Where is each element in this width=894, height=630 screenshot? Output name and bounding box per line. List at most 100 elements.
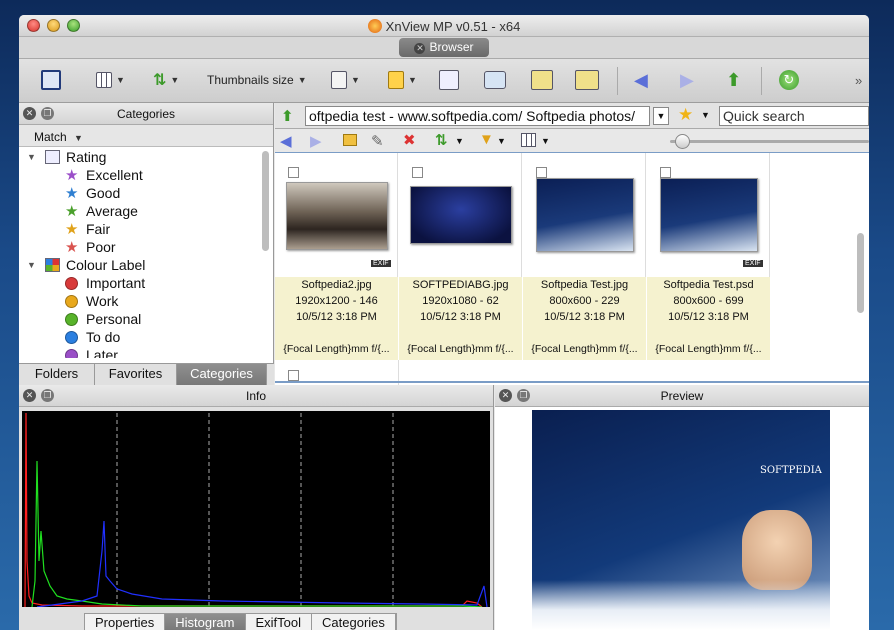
thumbnail-checkbox[interactable] [288,167,299,178]
thumbnail-filename: Softpedia Test.psd [663,279,754,291]
thumbnail-focal: {Focal Length}mm f/{... [407,343,514,355]
parent-folder-button[interactable]: ⬆ [726,69,741,91]
thumbnail-focal: {Focal Length}mm f/{... [283,343,390,355]
export-button[interactable] [575,69,599,91]
tab-info-categories[interactable]: Categories [312,614,396,630]
sort-arrows-icon[interactable]: ⇅ [435,131,448,149]
address-input[interactable]: oftpedia test - www.softpedia.com/ Softp… [305,106,650,126]
tree-item[interactable]: ★ Excellent [19,166,274,184]
tree-item[interactable]: ★ Average [19,202,274,220]
view-mode-button[interactable]: ▼ [96,69,125,91]
import-icon [531,70,553,90]
back-button[interactable]: ◀ [634,69,648,91]
preview-foreground [532,580,830,630]
filter-icon[interactable]: ▼ [479,131,494,148]
tab-exiftool[interactable]: ExifTool [246,614,313,630]
tab-properties[interactable]: Properties [85,614,166,630]
address-text: oftpedia test - www.softpedia.com/ Softp… [309,108,636,124]
bookmark-button[interactable]: ▼ [388,69,417,91]
thumbnail-checkbox[interactable] [536,167,547,178]
thumbnail-info: Softpedia Test.jpg 800x600 - 229 10/5/12… [523,277,646,360]
sort-button[interactable]: ⇅ ▼ [153,69,179,91]
disclosure-triangle-icon[interactable]: ▼ [27,256,36,274]
thumbnail-item[interactable]: Softpedia Test.jpg 800x600 - 229 10/5/12… [523,153,646,360]
tree-item[interactable]: ★ Good [19,184,274,202]
ratio-icon [331,71,347,89]
grid-view-icon[interactable] [521,133,536,147]
tab-categories[interactable]: Categories [177,364,267,386]
tab-properties-label: Properties [95,615,155,630]
match-label: Match [34,130,67,144]
slider-knob[interactable] [675,134,690,149]
tree-item-label: Rating [66,149,107,165]
tab-browser[interactable]: ✕ Browser [399,38,489,57]
thumbnail-info: SOFTPEDIABG.jpg 1920x1080 - 62 10/5/12 3… [399,277,522,360]
forward-button[interactable]: ▶ [680,69,694,91]
tree-item[interactable]: ▼ Colour Label [19,256,274,274]
favorite-star-icon[interactable]: ★ [678,105,693,125]
pane-splitter[interactable] [275,381,869,383]
forward-icon[interactable]: ▶ [310,132,322,150]
import-button[interactable] [531,69,553,91]
thumbnails-size-button[interactable]: Thumbnails size ▼ [207,69,307,91]
info-pane-header: ✕ ❐ Info [19,385,493,407]
go-up-icon[interactable]: ⬆ [281,107,294,125]
ratio-button[interactable]: ▼ [331,69,360,91]
delete-icon[interactable]: ✖ [403,131,416,149]
chevron-down-icon[interactable]: ▼ [455,136,464,146]
fullscreen-button[interactable] [41,69,61,91]
exif-badge: EXIF [743,260,763,267]
histogram-blue-channel [36,520,488,607]
chevron-down-icon[interactable]: ▼ [541,136,550,146]
thumbnail-item[interactable]: SOFTPEDIABG.jpg 1920x1080 - 62 10/5/12 3… [399,153,522,360]
thumbnail-checkbox[interactable] [288,370,299,381]
preview-brand-text: SOFTPEDIA [760,465,822,476]
categories-pane: ✕ ❐ Categories Match ▼ ▼ Rating ★ Excellent… [19,103,274,386]
tab-folders[interactable]: Folders [19,364,95,386]
refresh-button[interactable]: ↻ [779,69,799,91]
thumbnail-zoom-slider[interactable] [670,140,869,143]
colour-dot-icon [65,349,78,358]
tab-histogram[interactable]: Histogram [165,614,246,630]
tree-item[interactable]: ★ Fair [19,220,274,238]
thumbnail-checkbox[interactable] [660,167,671,178]
tree-item-label: Poor [86,239,116,255]
chevron-down-icon: ▼ [74,133,83,143]
chevron-down-icon[interactable]: ▼ [701,110,710,120]
categories-tree: ▼ Rating ★ Excellent ★ Good ★ Average ★ Fair ★ Poor… [19,148,274,358]
tree-item[interactable]: Personal [19,310,274,328]
folder-tree-button[interactable] [439,69,459,91]
thumbnail-dimensions: 800x600 - 699 [673,295,744,307]
tree-item[interactable]: Later [19,346,274,358]
categories-scrollbar[interactable] [262,151,269,251]
close-tab-icon[interactable]: ✕ [414,43,426,54]
quick-search-input[interactable]: Quick search [719,106,869,126]
tree-item[interactable]: Important [19,274,274,292]
thumbnail-scrollbar[interactable] [857,233,864,313]
camera-button[interactable] [484,69,506,91]
chevron-down-icon: ▼ [351,75,360,85]
preview-pane-header: ✕ ❐ Preview [495,385,869,407]
tree-item[interactable]: ▼ Rating [19,148,274,166]
chevron-down-icon[interactable]: ▼ [497,136,506,146]
new-folder-icon[interactable] [343,134,357,146]
tree-item[interactable]: ★ Poor [19,238,274,256]
back-icon[interactable]: ◀ [280,132,292,150]
preview-image: SOFTPEDIA [532,410,830,630]
address-history-dropdown[interactable]: ▼ [653,107,669,125]
tree-item[interactable]: Work [19,292,274,310]
tree-item-label: Good [86,185,121,201]
thumbnail-item[interactable]: EXIF Softpedia Test.psd 800x600 - 699 10… [647,153,770,360]
tree-item-label: To do [86,329,121,345]
thumbnail-checkbox[interactable] [412,167,423,178]
arrow-right-icon: ▶ [680,69,694,90]
tab-favorites[interactable]: Favorites [95,364,177,386]
browser-pane: ⬆ oftpedia test - www.softpedia.com/ Sof… [275,103,869,385]
edit-icon[interactable]: ✎ [371,132,384,150]
disclosure-triangle-icon[interactable]: ▼ [27,148,36,166]
toolbar-overflow-button[interactable]: » [855,69,862,91]
tree-item[interactable]: To do [19,328,274,346]
match-dropdown[interactable]: Match ▼ [19,125,273,147]
thumbnail-item[interactable]: EXIF Softpedia2.jpg 1920x1200 - 146 10/5… [275,153,398,360]
app-logo-icon [367,19,382,33]
